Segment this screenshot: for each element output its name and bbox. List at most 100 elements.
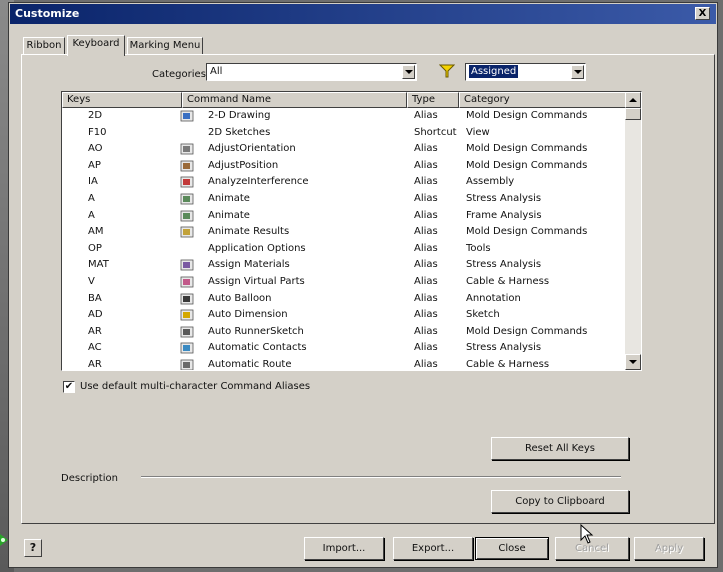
cell-command-name: 2-D Drawing: [208, 110, 271, 121]
column-header-category[interactable]: Category: [459, 92, 626, 108]
table-row[interactable]: AM Animate Results Alias Mold Design Comman…: [62, 224, 626, 241]
cell-keys: AC: [88, 342, 102, 354]
reset-all-keys-button[interactable]: Reset All Keys: [491, 437, 629, 460]
categories-value: All: [210, 66, 223, 77]
table-row[interactable]: V Assign Virtual Parts Alias Cable & Harnes…: [62, 274, 626, 291]
cell-type: Alias: [414, 259, 438, 271]
table-row[interactable]: AP AdjustPosition Alias Mold Design Command…: [62, 158, 626, 175]
table-row[interactable]: A Animate Alias Stress Analysis: [62, 191, 626, 208]
table-row[interactable]: AC Automatic Contacts Alias Stress Analysis: [62, 340, 626, 357]
cell-type: Alias: [414, 193, 438, 204]
cell-keys: 2D: [88, 110, 103, 121]
cell-command-name: Animate Results: [208, 226, 290, 238]
chevron-down-icon[interactable]: [571, 65, 584, 79]
cell-keys: AR: [88, 359, 102, 370]
cell-command-name: Application Options: [208, 242, 306, 254]
cell-command-name: Assign Virtual Parts: [208, 276, 305, 287]
runner-sketch-icon: [180, 326, 194, 338]
cell-type: Alias: [414, 325, 438, 337]
table-row[interactable]: AO AdjustOrientation Alias Mold Design Comm…: [62, 141, 626, 158]
use-default-aliases-checkbox[interactable]: ✔: [63, 381, 75, 393]
cell-command-name: Automatic Contacts: [208, 342, 307, 354]
cell-keys: BA: [88, 292, 102, 304]
cell-command-name: AdjustPosition: [208, 159, 279, 171]
scroll-up-icon[interactable]: [625, 92, 641, 108]
table-row[interactable]: IA AnalyzeInterference Alias Assembly: [62, 174, 626, 191]
column-header-command-name[interactable]: Command Name: [182, 92, 407, 108]
cell-keys: IA: [88, 176, 98, 188]
column-header-type[interactable]: Type: [407, 92, 459, 108]
table-row[interactable]: OP Application Options Alias Tools: [62, 241, 626, 258]
list-header: Keys Command Name Type Category: [62, 92, 626, 108]
cell-keys: AD: [88, 309, 103, 321]
cell-type: Alias: [414, 342, 438, 354]
cell-command-name: Animate: [208, 193, 250, 204]
cell-type: Shortcut: [414, 126, 457, 138]
list-vertical-scrollbar[interactable]: [625, 92, 641, 370]
mouse-cursor-icon: [580, 524, 594, 544]
filter-dropdown[interactable]: Assigned: [465, 63, 586, 81]
tab-ribbon[interactable]: Ribbon: [23, 37, 65, 54]
dialog-title: Customize: [15, 7, 80, 20]
cell-type: Alias: [414, 159, 438, 171]
virtual-parts-icon: [180, 276, 194, 288]
cell-type: Alias: [414, 110, 438, 121]
close-window-icon[interactable]: X: [695, 7, 710, 20]
apply-button[interactable]: Apply: [634, 537, 704, 560]
dialog-titlebar: Customize X: [10, 4, 716, 24]
scroll-thumb[interactable]: [625, 108, 641, 120]
table-row[interactable]: AR Automatic Route Alias Cable & Harness: [62, 357, 626, 370]
table-row[interactable]: A Animate Alias Frame Analysis: [62, 208, 626, 225]
cell-command-name: AdjustOrientation: [208, 143, 296, 155]
cell-keys: AO: [88, 143, 103, 155]
cell-type: Alias: [414, 359, 438, 370]
copy-to-clipboard-button[interactable]: Copy to Clipboard: [491, 490, 629, 513]
table-row[interactable]: F10 2D Sketches Shortcut View: [62, 125, 626, 142]
column-header-keys[interactable]: Keys: [62, 92, 182, 108]
animate-results-icon: [180, 226, 194, 238]
scroll-down-icon[interactable]: [625, 354, 641, 370]
cell-command-name: Automatic Route: [208, 359, 292, 370]
animate-icon: [180, 210, 194, 221]
table-row[interactable]: 2D 2-D Drawing Alias Mold Design Commands: [62, 108, 626, 125]
cell-category: Sketch: [466, 309, 500, 321]
cell-type: Alias: [414, 226, 438, 238]
cell-category: Assembly: [466, 176, 515, 188]
cell-category: Cable & Harness: [466, 276, 550, 287]
cell-category: View: [466, 126, 490, 138]
cell-command-name: Assign Materials: [208, 259, 290, 271]
animate-icon: [180, 193, 194, 205]
table-row[interactable]: MAT Assign Materials Alias Stress Analysis: [62, 257, 626, 274]
tab-keyboard[interactable]: Keyboard: [67, 35, 125, 56]
cell-type: Alias: [414, 143, 438, 155]
filter-value: Assigned: [469, 65, 519, 78]
cell-category: Mold Design Commands: [466, 143, 588, 155]
categories-dropdown[interactable]: All: [206, 63, 417, 81]
table-row[interactable]: BA Auto Balloon Alias Annotation: [62, 291, 626, 308]
interference-icon: [180, 176, 194, 188]
table-row[interactable]: AR Auto RunnerSketch Alias Mold Design Comm…: [62, 324, 626, 341]
cell-category: Frame Analysis: [466, 209, 542, 221]
description-label: Description: [61, 473, 118, 484]
use-default-aliases-label: Use default multi-character Command Alia…: [80, 381, 311, 392]
dimension-icon: [180, 309, 194, 321]
table-row[interactable]: AD Auto Dimension Alias Sketch: [62, 307, 626, 324]
tab-marking-menu[interactable]: Marking Menu: [127, 37, 203, 54]
cell-category: Mold Design Commands: [466, 325, 588, 337]
help-button[interactable]: ?: [24, 539, 42, 557]
cell-category: Tools: [466, 242, 491, 254]
cell-type: Alias: [414, 209, 438, 221]
cell-command-name: Animate: [208, 209, 250, 221]
categories-label: Categories: [152, 69, 206, 80]
export-button[interactable]: Export...: [393, 537, 473, 560]
cell-keys: A: [88, 193, 95, 204]
chevron-down-icon[interactable]: [402, 65, 415, 79]
cell-type: Alias: [414, 276, 438, 287]
keyboard-commands-list[interactable]: Keys Command Name Type Category 2D 2-D Dr…: [61, 91, 642, 371]
cell-category: Cable & Harness: [466, 359, 550, 370]
materials-icon: [180, 259, 194, 271]
import-button[interactable]: Import...: [304, 537, 384, 560]
position-icon: [180, 160, 194, 172]
close-button[interactable]: Close: [475, 537, 549, 560]
cell-command-name: 2D Sketches: [208, 126, 271, 138]
